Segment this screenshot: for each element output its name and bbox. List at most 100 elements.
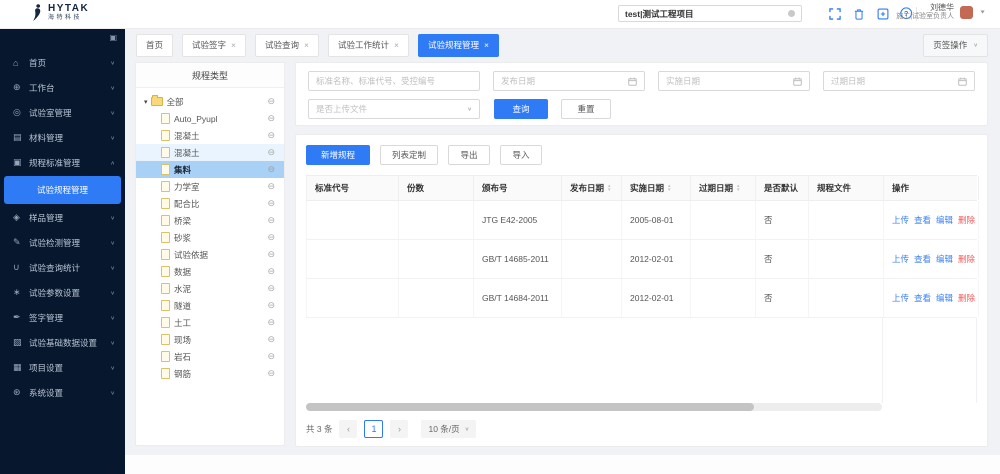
sidebar-item-3[interactable]: ◎ 试验室管理 ∨: [0, 100, 125, 125]
sidebar-item-6[interactable]: ◈ 样品管理 ∨: [0, 205, 125, 230]
import-button[interactable]: 导入: [500, 145, 542, 165]
sidebar-item-9[interactable]: ∗ 试验参数设置 ∨: [0, 280, 125, 305]
collapse-node-icon[interactable]: ⊖: [267, 182, 275, 191]
tree-node[interactable]: 岩石 ⊖: [136, 348, 284, 365]
sidebar-item-2[interactable]: ⊕ 工作台 ∨: [0, 75, 125, 100]
collapse-node-icon[interactable]: ⊖: [267, 148, 275, 157]
tab-4[interactable]: 试验工作统计 ×: [327, 33, 409, 57]
sort-icon[interactable]: ▲ ▼: [667, 183, 671, 192]
collapse-node-icon[interactable]: ⊖: [267, 369, 275, 378]
edit-link[interactable]: 编辑: [936, 253, 953, 265]
collapse-node-icon[interactable]: ⊖: [267, 318, 275, 327]
column-header-publish_date[interactable]: 发布日期 ▲ ▼: [562, 176, 622, 200]
sidebar-item-7[interactable]: ✎ 试验检测管理 ∨: [0, 230, 125, 255]
customize-list-button[interactable]: 列表定制: [380, 145, 438, 165]
page-size-select[interactable]: 10 条/页 ∨: [421, 420, 477, 438]
close-tab-icon[interactable]: ×: [304, 41, 309, 50]
sidebar-subitem[interactable]: 试验规程管理: [4, 176, 121, 204]
project-select[interactable]: test|测试工程项目: [618, 5, 802, 22]
tree-node[interactable]: Auto_Pyupl ⊖: [136, 110, 284, 127]
view-link[interactable]: 查看: [914, 292, 931, 304]
close-tab-icon[interactable]: ×: [394, 41, 399, 50]
prev-page-button[interactable]: ‹: [339, 420, 358, 438]
delete-link[interactable]: 删除: [958, 214, 975, 226]
sidebar-item-10[interactable]: ✒ 签字管理 ∨: [0, 305, 125, 330]
tree-node[interactable]: 配合比 ⊖: [136, 195, 284, 212]
close-tab-icon[interactable]: ×: [231, 41, 236, 50]
tree-root-node[interactable]: ▾ 全部 ⊖: [136, 93, 284, 110]
collapse-node-icon[interactable]: ⊖: [267, 233, 275, 242]
tree-node[interactable]: 土工 ⊖: [136, 314, 284, 331]
close-tab-icon[interactable]: ×: [484, 41, 489, 50]
column-header-expire_date[interactable]: 过期日期 ▲ ▼: [691, 176, 756, 200]
collapse-node-icon[interactable]: ⊖: [267, 97, 275, 106]
tree-node[interactable]: 隧道 ⊖: [136, 297, 284, 314]
tree-node[interactable]: 混凝土 ⊖: [136, 144, 284, 161]
search-button[interactable]: 查询: [494, 99, 548, 119]
upload-link[interactable]: 上传: [892, 292, 909, 304]
tree-expander-icon[interactable]: ▾: [144, 98, 148, 106]
plus-square-icon[interactable]: [876, 7, 889, 20]
tree-node[interactable]: 砂浆 ⊖: [136, 229, 284, 246]
tree-node[interactable]: 水泥 ⊖: [136, 280, 284, 297]
publish-date-picker[interactable]: 发布日期: [493, 71, 645, 91]
delete-link[interactable]: 删除: [958, 292, 975, 304]
tab-actions-button[interactable]: 页签操作 ∨: [923, 33, 988, 57]
collapse-node-icon[interactable]: ⊖: [267, 114, 275, 123]
sidebar-item-1[interactable]: ⌂ 首页 ∨: [0, 50, 125, 75]
sidebar-item-4[interactable]: ▤ 材料管理 ∨: [0, 125, 125, 150]
tab-2[interactable]: 试验签字 ×: [182, 33, 246, 57]
collapse-node-icon[interactable]: ⊖: [267, 199, 275, 208]
tree-node[interactable]: 现场 ⊖: [136, 331, 284, 348]
edit-link[interactable]: 编辑: [936, 214, 953, 226]
sidebar-item-11[interactable]: ▧ 试验基础数据设置 ∨: [0, 330, 125, 355]
tree-node[interactable]: 力学室 ⊖: [136, 178, 284, 195]
sort-icon[interactable]: ▲ ▼: [607, 183, 611, 192]
sidebar-item-13[interactable]: ⊛ 系统设置 ∨: [0, 380, 125, 405]
upload-link[interactable]: 上传: [892, 253, 909, 265]
trash-icon[interactable]: [852, 7, 865, 20]
upload-file-select[interactable]: 是否上传文件 ∨: [308, 99, 480, 119]
expire-date-picker[interactable]: 过期日期: [823, 71, 975, 91]
tab-5[interactable]: 试验规程管理 ×: [417, 33, 499, 57]
sidebar-item-8[interactable]: ∪ 试验查询统计 ∨: [0, 255, 125, 280]
collapse-node-icon[interactable]: ⊖: [267, 165, 275, 174]
implement-date-picker[interactable]: 实施日期: [658, 71, 810, 91]
keyword-input[interactable]: [308, 71, 480, 91]
collapse-node-icon[interactable]: ⊖: [267, 335, 275, 344]
sort-icon[interactable]: ▲ ▼: [736, 183, 740, 192]
fullscreen-icon[interactable]: [828, 7, 841, 20]
tree-node[interactable]: 钢筋 ⊖: [136, 365, 284, 382]
collapse-node-icon[interactable]: ⊖: [267, 250, 275, 259]
view-link[interactable]: 查看: [914, 253, 931, 265]
tree-node[interactable]: 试验依据 ⊖: [136, 246, 284, 263]
collapse-node-icon[interactable]: ⊖: [267, 301, 275, 310]
next-page-button[interactable]: ›: [390, 420, 409, 438]
collapse-node-icon[interactable]: ⊖: [267, 216, 275, 225]
view-link[interactable]: 查看: [914, 214, 931, 226]
collapse-node-icon[interactable]: ⊖: [267, 284, 275, 293]
export-button[interactable]: 导出: [448, 145, 490, 165]
tree-node[interactable]: 集料 ⊖: [136, 161, 284, 178]
tree-node[interactable]: 数据 ⊖: [136, 263, 284, 280]
column-header-implement_date[interactable]: 实施日期 ▲ ▼: [622, 176, 691, 200]
sidebar-item-5[interactable]: ▣ 规程标准管理 ∧: [0, 150, 125, 175]
sidebar-item-12[interactable]: ▦ 项目设置 ∨: [0, 355, 125, 380]
collapse-node-icon[interactable]: ⊖: [267, 352, 275, 361]
sidebar-collapse-icon[interactable]: ▣: [109, 33, 117, 42]
tab-1[interactable]: 首页: [136, 33, 174, 57]
delete-link[interactable]: 删除: [958, 253, 975, 265]
basedata-icon: ▧: [13, 337, 22, 347]
collapse-node-icon[interactable]: ⊖: [267, 267, 275, 276]
scrollbar-thumb[interactable]: [306, 403, 754, 411]
tree-node[interactable]: 桥梁 ⊖: [136, 212, 284, 229]
current-page-button[interactable]: 1: [364, 420, 384, 438]
edit-link[interactable]: 编辑: [936, 292, 953, 304]
user-menu[interactable]: 刘德华 施工|试验室负责人 ▼: [896, 3, 986, 22]
reset-button[interactable]: 重置: [561, 99, 611, 119]
upload-link[interactable]: 上传: [892, 214, 909, 226]
tab-3[interactable]: 试验查询 ×: [255, 33, 319, 57]
tree-node[interactable]: 混凝土 ⊖: [136, 127, 284, 144]
collapse-node-icon[interactable]: ⊖: [267, 131, 275, 140]
add-regulation-button[interactable]: 新增规程: [306, 145, 370, 165]
